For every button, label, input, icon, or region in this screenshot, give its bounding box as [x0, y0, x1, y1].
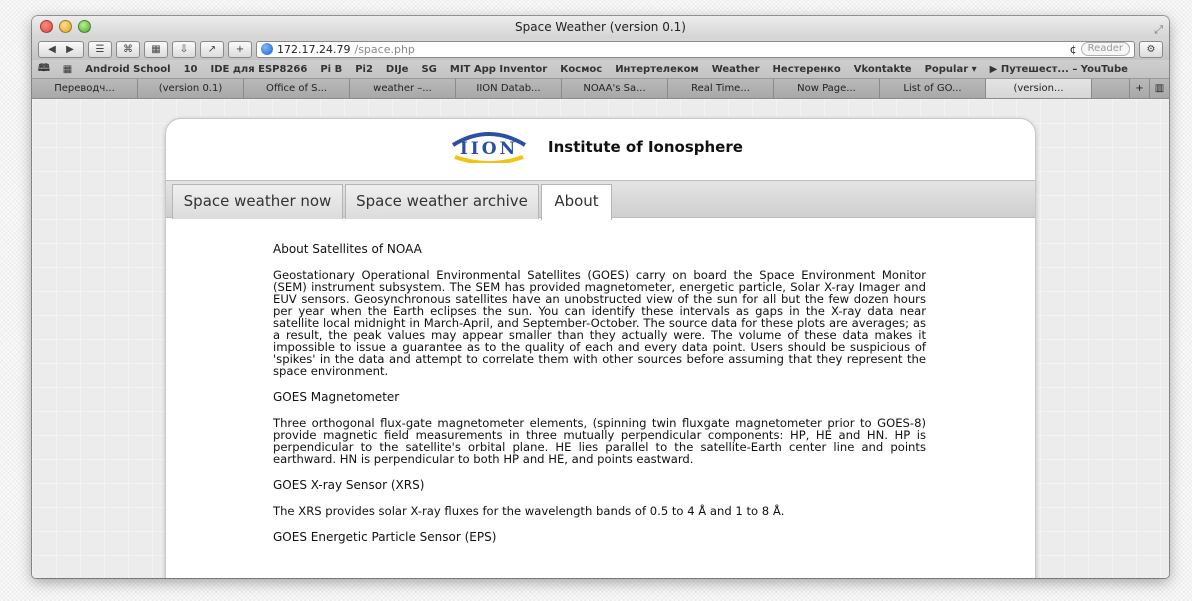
section-heading: GOES Energetic Particle Sensor (EPS)	[273, 530, 497, 544]
bookmark-book-icon: ⌘	[123, 43, 133, 55]
iion-logo: IION	[451, 132, 527, 163]
downloads-button[interactable]: ⇩	[172, 40, 196, 58]
browser-tab[interactable]: Office of S...	[244, 79, 350, 98]
site-header: IION Institute of Ionosphere	[166, 119, 1035, 178]
forward-arrow-icon[interactable]: ▶	[66, 42, 74, 57]
bookmark-item[interactable]: SG	[421, 64, 436, 75]
top-sites-icon: ▦	[151, 43, 161, 55]
fullscreen-icon[interactable]: ⤢	[1154, 19, 1163, 41]
bookmark-item[interactable]: Android School	[85, 64, 170, 75]
logo-text: IION	[460, 139, 518, 159]
site-card: IION Institute of Ionosphere Space weath…	[165, 118, 1036, 578]
grid-icon[interactable]: ▦	[63, 64, 72, 75]
bookmark-item[interactable]: Интертелеком	[615, 64, 699, 75]
browser-tab[interactable]: List of GO...	[880, 79, 986, 98]
reading-list-button[interactable]: ☰	[88, 40, 112, 58]
bookmark-item[interactable]: IDE для ESP8266	[210, 64, 307, 75]
zoom-window-button[interactable]	[78, 20, 91, 33]
share-button[interactable]: ↗	[200, 40, 224, 58]
reader-button[interactable]: Reader	[1080, 42, 1130, 56]
settings-button[interactable]: ⚙	[1139, 40, 1163, 58]
browser-tab[interactable]: weather –...	[350, 79, 456, 98]
bookmark-item[interactable]: Нестеренко	[773, 64, 841, 75]
close-window-button[interactable]	[40, 20, 53, 33]
back-forward-buttons[interactable]: ◀ ▶	[38, 40, 84, 58]
browser-tab[interactable]: IION Datab...	[456, 79, 562, 98]
browser-tab[interactable]: Now Page...	[774, 79, 880, 98]
bookmark-item[interactable]: Pi2	[355, 64, 373, 75]
bookmark-item[interactable]: Космос	[560, 64, 602, 75]
bookmark-item[interactable]: MIT App Inventor	[450, 64, 547, 75]
reload-icon[interactable]: ¢	[1070, 43, 1077, 56]
title-bar: Space Weather (version 0.1) ⤢	[32, 16, 1169, 38]
window-controls	[40, 20, 91, 33]
bookmark-item[interactable]: Weather	[712, 64, 760, 75]
browser-toolbar: ◀ ▶ ☰ ⌘ ▦ ⇩ ↗ + 172.17.24.79/space.php ¢…	[32, 38, 1169, 60]
bookmarks-button[interactable]: ⌘	[116, 40, 140, 58]
bookmark-item[interactable]: Popular ▾	[925, 64, 977, 75]
rss-icon: ☰	[95, 43, 105, 55]
gear-icon: ⚙	[1146, 43, 1156, 55]
url-host: 172.17.24.79	[277, 42, 351, 56]
share-icon: ↗	[207, 43, 217, 55]
section-heading: About Satellites of NOAA	[273, 242, 422, 256]
browser-window: Space Weather (version 0.1) ⤢ ◀ ▶ ☰ ⌘ ▦ …	[32, 16, 1169, 578]
new-tab-plus-icon[interactable]: +	[1129, 79, 1149, 98]
tab-overview-icon[interactable]: ▥	[1149, 79, 1169, 98]
about-article: About Satellites of NOAA Geostationary O…	[273, 241, 926, 557]
globe-icon	[261, 43, 273, 55]
tab-space-weather-archive[interactable]: Space weather archive	[345, 184, 539, 219]
download-icon: ⇩	[179, 43, 189, 55]
back-arrow-icon[interactable]: ◀	[48, 42, 56, 57]
bookmark-item[interactable]: Vkontakte	[854, 64, 912, 75]
browser-tab-bar: Переводч... (version 0.1) Office of S...…	[32, 79, 1169, 99]
site-title: Institute of Ionosphere	[548, 138, 743, 156]
browser-tab[interactable]: Real Time...	[668, 79, 774, 98]
add-bookmark-button[interactable]: +	[228, 40, 252, 58]
browser-tab[interactable]: (version 0.1)	[138, 79, 244, 98]
section-paragraph: Three orthogonal flux-gate magnetometer …	[273, 416, 926, 466]
minimize-window-button[interactable]	[59, 20, 72, 33]
section-heading: GOES X-ray Sensor (XRS)	[273, 478, 425, 492]
section-paragraph: The XRS provides solar X-ray fluxes for …	[273, 504, 785, 518]
page-viewport: IION Institute of Ionosphere Space weath…	[32, 99, 1169, 578]
url-path: /space.php	[354, 42, 415, 56]
top-sites-button[interactable]: ▦	[144, 40, 168, 58]
site-nav: Space weather now Space weather archive …	[166, 180, 1035, 220]
bookmark-item[interactable]: ▶ Путешест... – YouTube	[990, 64, 1128, 75]
browser-tab[interactable]: NOAA's Sa...	[562, 79, 668, 98]
section-paragraph: Geostationary Operational Environmental …	[273, 268, 926, 378]
bookmark-item[interactable]: DIJe	[386, 64, 409, 75]
address-bar[interactable]: 172.17.24.79/space.php ¢ Reader	[256, 40, 1135, 58]
browser-tab[interactable]: Переводч...	[32, 79, 138, 98]
browser-tab-active[interactable]: (version...	[986, 79, 1092, 98]
plus-icon: +	[235, 43, 245, 55]
section-heading: GOES Magnetometer	[273, 390, 400, 404]
bookmarks-bar: 🕮 ▦ Android School 10 IDE для ESP8266 Pi…	[32, 60, 1169, 79]
book-icon[interactable]: 🕮	[38, 61, 50, 78]
bookmark-item[interactable]: 10	[184, 64, 198, 75]
bookmark-item[interactable]: Pi B	[320, 64, 342, 75]
window-title: Space Weather (version 0.1)	[515, 20, 686, 34]
tab-space-weather-now[interactable]: Space weather now	[172, 184, 343, 219]
tab-about[interactable]: About	[541, 184, 612, 220]
